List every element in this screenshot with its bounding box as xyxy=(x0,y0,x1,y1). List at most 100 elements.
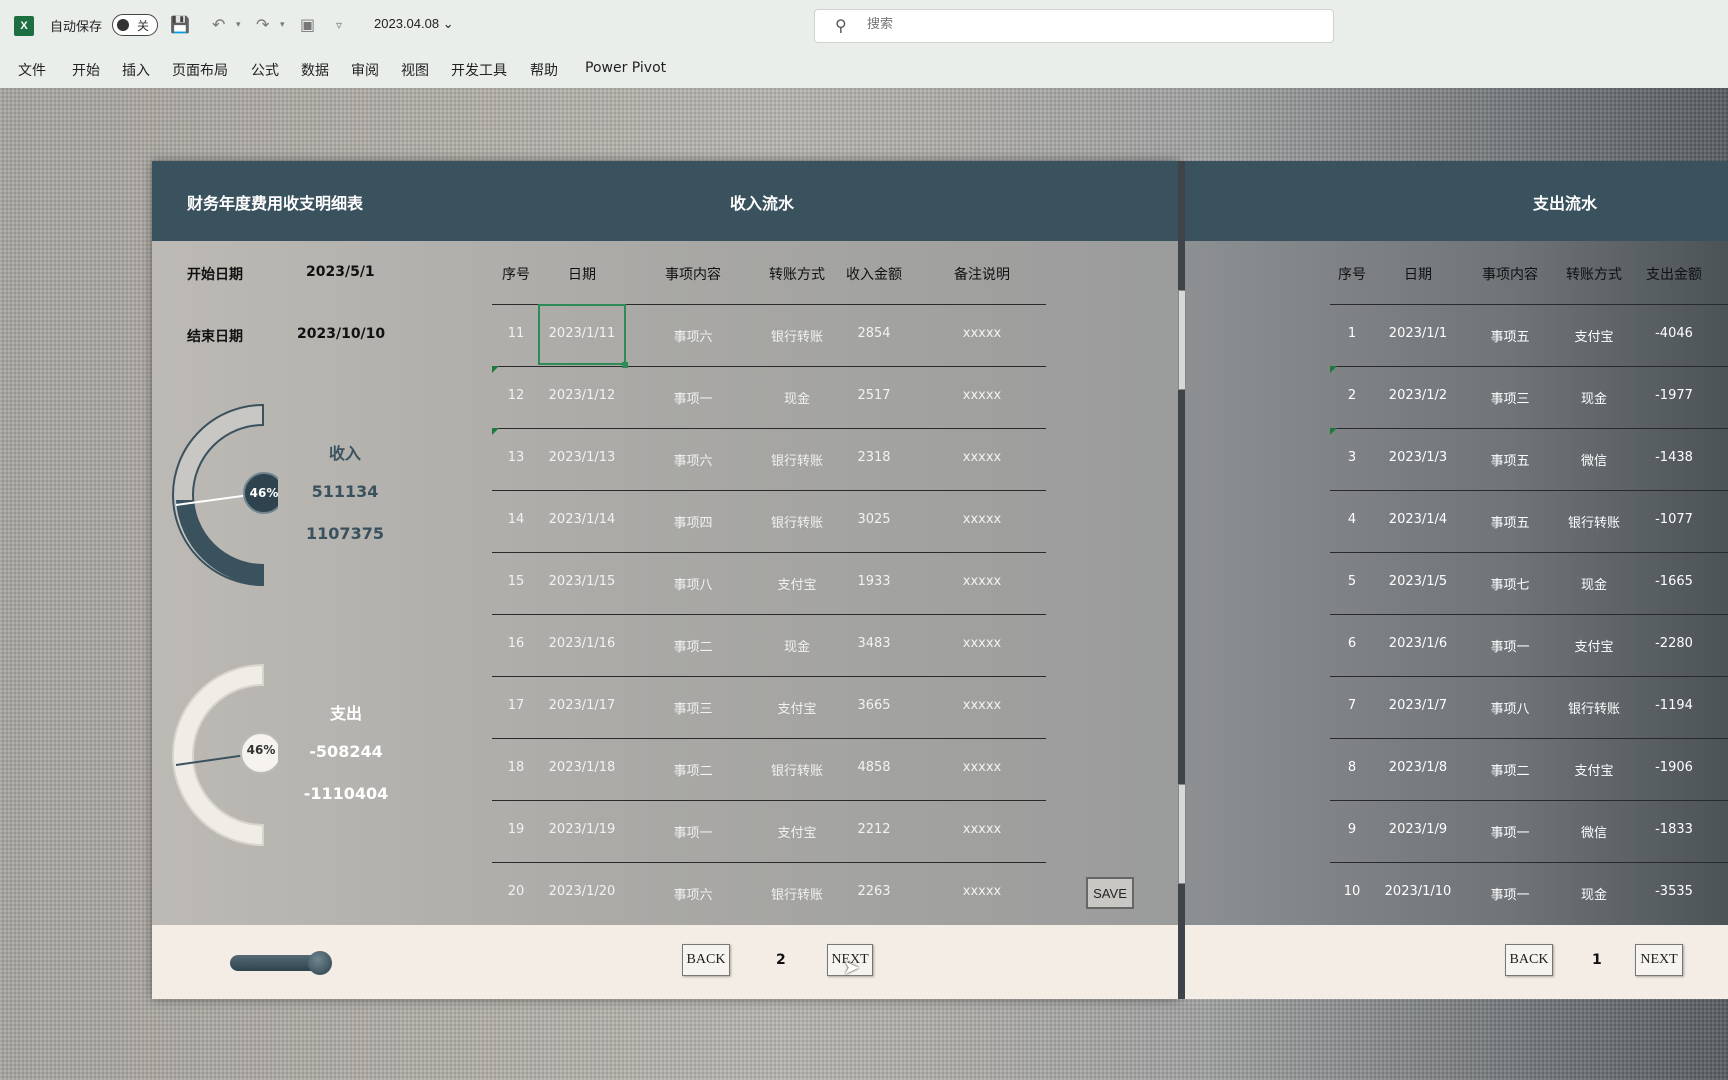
expense-cell[interactable]: 2023/1/8 xyxy=(1378,760,1458,775)
expense-cell[interactable]: 2023/1/10 xyxy=(1378,884,1458,899)
tab-page-layout[interactable]: 页面布局 xyxy=(172,60,228,80)
income-cell[interactable]: 事项八 xyxy=(643,574,743,593)
expense-cell[interactable]: 2023/1/9 xyxy=(1378,822,1458,837)
income-cell[interactable]: 4858 xyxy=(834,760,914,775)
income-cell[interactable]: 2023/1/14 xyxy=(542,512,622,527)
expense-cell[interactable]: 事项一 xyxy=(1460,884,1560,903)
income-cell[interactable]: xxxxx xyxy=(942,636,1022,651)
expense-cell[interactable]: 2023/1/5 xyxy=(1378,574,1458,589)
camera-icon[interactable]: ▣ xyxy=(300,14,315,36)
expense-cell[interactable]: -1977 xyxy=(1634,388,1714,403)
income-cell[interactable]: 事项一 xyxy=(643,822,743,841)
expense-cell[interactable]: 2023/1/6 xyxy=(1378,636,1458,651)
income-cell[interactable]: xxxxx xyxy=(942,884,1022,899)
tab-help[interactable]: 帮助 xyxy=(530,60,558,80)
expense-cell[interactable]: 事项七 xyxy=(1460,574,1560,593)
expense-cell[interactable]: 9 xyxy=(1332,822,1372,837)
expense-cell[interactable]: 现金 xyxy=(1554,574,1634,593)
income-scrollbar-bottom[interactable] xyxy=(1178,784,1186,884)
redo-icon[interactable]: ↷ xyxy=(256,14,269,36)
autosave-toggle[interactable]: 关 xyxy=(112,14,158,36)
expense-cell[interactable]: 1 xyxy=(1332,326,1372,341)
income-cell[interactable]: 支付宝 xyxy=(757,574,837,593)
expense-cell[interactable]: 5 xyxy=(1332,574,1372,589)
expense-next-button[interactable]: NEXT xyxy=(1635,944,1683,976)
income-cell[interactable]: xxxxx xyxy=(942,388,1022,403)
income-cell[interactable]: 现金 xyxy=(757,636,837,655)
expense-cell[interactable]: -1665 xyxy=(1634,574,1714,589)
income-cell[interactable]: 13 xyxy=(496,450,536,465)
tab-formulas[interactable]: 公式 xyxy=(251,60,279,80)
expense-back-button[interactable]: BACK xyxy=(1505,944,1553,976)
income-cell[interactable]: 14 xyxy=(496,512,536,527)
expense-cell[interactable]: -2280 xyxy=(1634,636,1714,651)
income-cell[interactable]: 银行转账 xyxy=(757,326,837,345)
income-cell[interactable]: 2318 xyxy=(834,450,914,465)
income-cell[interactable]: 12 xyxy=(496,388,536,403)
selected-cell[interactable] xyxy=(538,304,626,365)
expense-cell[interactable]: -4046 xyxy=(1634,326,1714,341)
expense-cell[interactable]: 7 xyxy=(1332,698,1372,713)
income-cell[interactable]: 3483 xyxy=(834,636,914,651)
income-cell[interactable]: 2212 xyxy=(834,822,914,837)
expense-cell[interactable]: 事项一 xyxy=(1460,636,1560,655)
expense-cell[interactable]: 2023/1/1 xyxy=(1378,326,1458,341)
expense-cell[interactable]: -1194 xyxy=(1634,698,1714,713)
income-cell[interactable]: 银行转账 xyxy=(757,450,837,469)
expense-cell[interactable]: 2023/1/4 xyxy=(1378,512,1458,527)
income-cell[interactable]: 2854 xyxy=(834,326,914,341)
tab-review[interactable]: 审阅 xyxy=(351,60,379,80)
customize-toolbar-icon[interactable]: ▿ xyxy=(336,14,342,36)
save-button[interactable]: SAVE xyxy=(1086,877,1134,909)
tab-file[interactable]: 文件 xyxy=(18,60,46,80)
expense-cell[interactable]: 微信 xyxy=(1554,822,1634,841)
income-cell[interactable]: 16 xyxy=(496,636,536,651)
expense-cell[interactable]: -1438 xyxy=(1634,450,1714,465)
expense-cell[interactable]: 2023/1/7 xyxy=(1378,698,1458,713)
expense-cell[interactable]: -1906 xyxy=(1634,760,1714,775)
income-cell[interactable]: 15 xyxy=(496,574,536,589)
income-cell[interactable]: 2023/1/16 xyxy=(542,636,622,651)
expense-cell[interactable]: 银行转账 xyxy=(1554,512,1634,531)
expense-cell[interactable]: 银行转账 xyxy=(1554,698,1634,717)
expense-cell[interactable]: -3535 xyxy=(1634,884,1714,899)
income-cell[interactable]: 2023/1/20 xyxy=(542,884,622,899)
expense-cell[interactable]: 现金 xyxy=(1554,388,1634,407)
expense-cell[interactable]: 现金 xyxy=(1554,884,1634,903)
income-cell[interactable]: 2263 xyxy=(834,884,914,899)
income-cell[interactable]: 事项二 xyxy=(643,760,743,779)
income-cell[interactable]: 银行转账 xyxy=(757,884,837,903)
income-cell[interactable]: 2023/1/13 xyxy=(542,450,622,465)
redo-dropdown-icon[interactable]: ▾ xyxy=(280,14,285,36)
tab-power-pivot[interactable]: Power Pivot xyxy=(585,60,666,76)
income-cell[interactable]: 3025 xyxy=(834,512,914,527)
expense-cell[interactable]: 2 xyxy=(1332,388,1372,403)
expense-cell[interactable]: 6 xyxy=(1332,636,1372,651)
income-cell[interactable]: 19 xyxy=(496,822,536,837)
income-cell[interactable]: 事项六 xyxy=(643,326,743,345)
save-icon[interactable]: 💾 xyxy=(170,14,190,36)
expense-cell[interactable]: 10 xyxy=(1332,884,1372,899)
search-box[interactable]: ⚲ xyxy=(814,9,1334,43)
income-cell[interactable]: xxxxx xyxy=(942,326,1022,341)
expense-cell[interactable]: 3 xyxy=(1332,450,1372,465)
expense-cell[interactable]: 事项三 xyxy=(1460,388,1560,407)
income-cell[interactable]: 2023/1/12 xyxy=(542,388,622,403)
income-cell[interactable]: 银行转账 xyxy=(757,512,837,531)
expense-cell[interactable]: -1833 xyxy=(1634,822,1714,837)
undo-dropdown-icon[interactable]: ▾ xyxy=(236,14,241,36)
file-name[interactable]: 2023.04.08 ⌄ xyxy=(374,16,454,32)
income-cell[interactable]: 11 xyxy=(496,326,536,341)
income-cell[interactable]: 2023/1/18 xyxy=(542,760,622,775)
income-cell[interactable]: 2023/1/17 xyxy=(542,698,622,713)
income-cell[interactable]: 银行转账 xyxy=(757,760,837,779)
income-cell[interactable]: xxxxx xyxy=(942,512,1022,527)
income-cell[interactable]: 支付宝 xyxy=(757,822,837,841)
tab-data[interactable]: 数据 xyxy=(301,60,329,80)
undo-icon[interactable]: ↶ xyxy=(212,14,225,36)
income-cell[interactable]: 2023/1/15 xyxy=(542,574,622,589)
income-cell[interactable]: xxxxx xyxy=(942,698,1022,713)
income-cell[interactable]: 事项三 xyxy=(643,698,743,717)
tab-view[interactable]: 视图 xyxy=(401,60,429,80)
tab-developer[interactable]: 开发工具 xyxy=(451,60,507,80)
